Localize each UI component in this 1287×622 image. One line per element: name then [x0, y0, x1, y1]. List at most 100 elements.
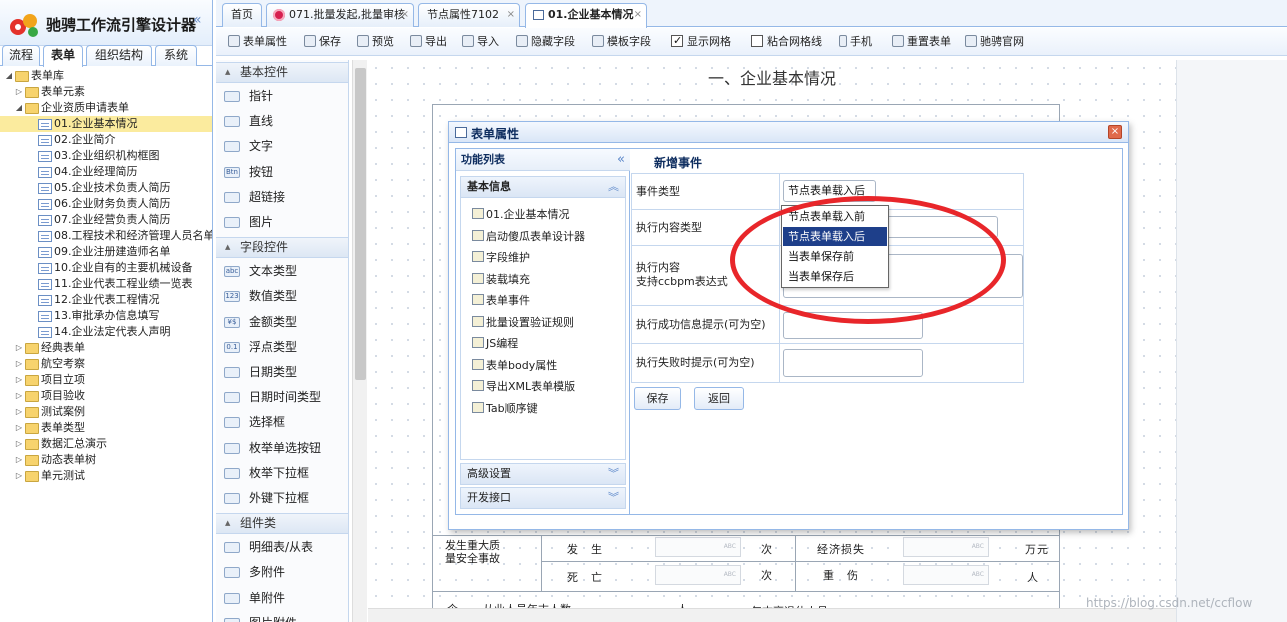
palette-item[interactable]: 枚举单选按钮 [216, 436, 348, 461]
collapsed-arrow-icon[interactable]: ▷ [14, 452, 24, 468]
collapsed-arrow-icon[interactable]: ▷ [14, 404, 24, 420]
function-item[interactable]: 字段维护 [472, 249, 530, 265]
save-button[interactable]: 保存 [634, 387, 681, 410]
palette-item[interactable]: 枚举下拉框 [216, 461, 348, 486]
palette-item[interactable]: 明细表/从表 [216, 535, 348, 560]
tab-system[interactable]: 系统 [155, 45, 197, 66]
tab-org-structure[interactable]: 组织结构 [86, 45, 152, 66]
palette-item[interactable]: 超链接 [216, 185, 348, 210]
preview-button[interactable]: 预览 [357, 34, 394, 50]
collapsed-arrow-icon[interactable]: ▷ [14, 436, 24, 452]
cell-label[interactable]: 次 [761, 541, 773, 557]
function-item[interactable]: 导出XML表单模版 [472, 378, 575, 394]
scrollbar-thumb[interactable] [355, 68, 366, 380]
function-item[interactable]: 启动傻瓜表单设计器 [472, 228, 585, 244]
function-item[interactable]: Tab顺序键 [472, 400, 538, 416]
show-grid-checkbox[interactable] [671, 33, 683, 49]
reset-form-button[interactable]: 重置表单 [892, 34, 951, 50]
tree-item[interactable]: 04.企业经理简历 [0, 164, 212, 180]
mobile-button[interactable]: 手机 [839, 34, 872, 50]
tab-enterprise-basic[interactable]: 01.企业基本情况 × [525, 3, 647, 28]
palette-item[interactable]: 图片 [216, 210, 348, 235]
tree-folder[interactable]: ▷ 动态表单树 [0, 452, 212, 468]
double-chevron-down-icon[interactable]: ︾ [608, 488, 619, 508]
tree-folder[interactable]: ◢ 表单库 [0, 68, 212, 84]
tree-item[interactable]: 03.企业组织机构框图 [0, 148, 212, 164]
function-item[interactable]: 01.企业基本情况 [472, 206, 570, 222]
tree-item[interactable]: 02.企业简介 [0, 132, 212, 148]
palette-item[interactable]: 日期类型 [216, 360, 348, 385]
cell-label[interactable]: 次 [761, 567, 773, 583]
close-icon[interactable]: × [1108, 125, 1122, 139]
palette-item[interactable]: 选择框 [216, 410, 348, 435]
palette-item[interactable]: 多附件 [216, 560, 348, 585]
collapsed-arrow-icon[interactable]: ▷ [14, 356, 24, 372]
palette-item[interactable]: 指针 [216, 84, 348, 109]
palette-section-header[interactable]: 基本控件 [216, 62, 348, 83]
palette-item[interactable]: Btn 按钮 [216, 160, 348, 185]
cell-label[interactable]: 万元 [1025, 541, 1049, 557]
close-icon[interactable]: × [401, 4, 409, 26]
import-button[interactable]: 导入 [462, 34, 499, 50]
cell-label[interactable]: 发生重大质量安全事故 [445, 539, 505, 565]
palette-section-header[interactable]: 字段控件 [216, 237, 348, 259]
palette-item[interactable]: abc 文本类型 [216, 259, 348, 284]
close-icon[interactable]: × [507, 4, 515, 26]
show-grid-toggle[interactable]: 显示网格 [671, 33, 731, 50]
cell-label[interactable]: 经济损失 [817, 541, 865, 557]
palette-item[interactable]: 图片附件 [216, 611, 348, 622]
fail-msg-input[interactable] [783, 349, 923, 377]
double-chevron-down-icon[interactable]: ︾ [608, 464, 619, 484]
collapsed-arrow-icon[interactable]: ▷ [14, 420, 24, 436]
collapsed-arrow-icon[interactable]: ▷ [14, 388, 24, 404]
tree-item[interactable]: 12.企业代表工程情况 [0, 292, 212, 308]
tree-item[interactable]: 14.企业法定代表人声明 [0, 324, 212, 340]
double-chevron-left-icon[interactable]: « [617, 149, 625, 170]
tree-folder[interactable]: ▷ 表单类型 [0, 420, 212, 436]
tree-folder[interactable]: ▷ 项目验收 [0, 388, 212, 404]
canvas-scrollbar[interactable] [368, 608, 1176, 622]
collapsed-arrow-icon[interactable]: ▷ [14, 372, 24, 388]
cell-label[interactable]: 人 [1027, 569, 1039, 585]
function-item[interactable]: 表单body属性 [472, 357, 557, 373]
tree-folder[interactable]: ▷ 数据汇总演示 [0, 436, 212, 452]
export-button[interactable]: 导出 [410, 34, 447, 50]
tab-home[interactable]: 首页 [222, 3, 262, 27]
function-item[interactable]: 装载填充 [472, 271, 530, 287]
palette-item[interactable]: 日期时间类型 [216, 385, 348, 410]
tree-folder[interactable]: ◢ 企业资质申请表单 [0, 100, 212, 116]
palette-section-header[interactable]: 组件类 [216, 513, 348, 535]
tree-folder[interactable]: ▷ 航空考察 [0, 356, 212, 372]
palette-item[interactable]: 直线 [216, 109, 348, 134]
tree-item[interactable]: 06.企业财务负责人简历 [0, 196, 212, 212]
snap-grid-toggle[interactable]: 粘合网格线 [751, 34, 822, 50]
tree-item[interactable]: 10.企业自有的主要机械设备 [0, 260, 212, 276]
tree-folder[interactable]: ▷ 表单元素 [0, 84, 212, 100]
palette-item[interactable]: 外键下拉框 [216, 486, 348, 511]
dev-interface-header[interactable]: 开发接口 ︾ [460, 487, 626, 509]
cell-label[interactable]: 重 伤 [823, 567, 859, 583]
palette-item[interactable]: 单附件 [216, 586, 348, 611]
tab-batch-approve[interactable]: 071.批量发起,批量审核 × [266, 3, 414, 27]
advanced-settings-header[interactable]: 高级设置 ︾ [460, 463, 626, 485]
function-item[interactable]: 表单事件 [472, 292, 530, 308]
palette-scrollbar[interactable] [352, 60, 367, 622]
snap-grid-checkbox[interactable] [751, 35, 763, 47]
expanded-arrow-icon[interactable]: ◢ [4, 68, 14, 84]
text-field[interactable]: ABC [655, 537, 741, 557]
palette-item[interactable]: 0.1 浮点类型 [216, 335, 348, 360]
tree-folder[interactable]: ▷ 单元测试 [0, 468, 212, 484]
cell-label[interactable]: 死 亡 [567, 569, 603, 585]
back-button[interactable]: 返回 [694, 387, 744, 410]
tree-item[interactable]: 09.企业注册建造师名单 [0, 244, 212, 260]
tree-item[interactable]: 01.企业基本情况 [0, 116, 212, 132]
function-item[interactable]: JS编程 [472, 335, 518, 351]
form-heading[interactable]: 一、企业基本情况 [368, 65, 1176, 89]
double-chevron-left-icon[interactable]: « [193, 12, 202, 28]
tree-folder[interactable]: ▷ 项目立项 [0, 372, 212, 388]
text-field[interactable]: ABC [903, 565, 989, 585]
close-icon[interactable]: × [634, 4, 642, 26]
save-button[interactable]: 保存 [304, 34, 341, 50]
palette-item[interactable]: ¥$ 金额类型 [216, 310, 348, 335]
double-chevron-up-icon[interactable]: ︽ [608, 177, 619, 197]
